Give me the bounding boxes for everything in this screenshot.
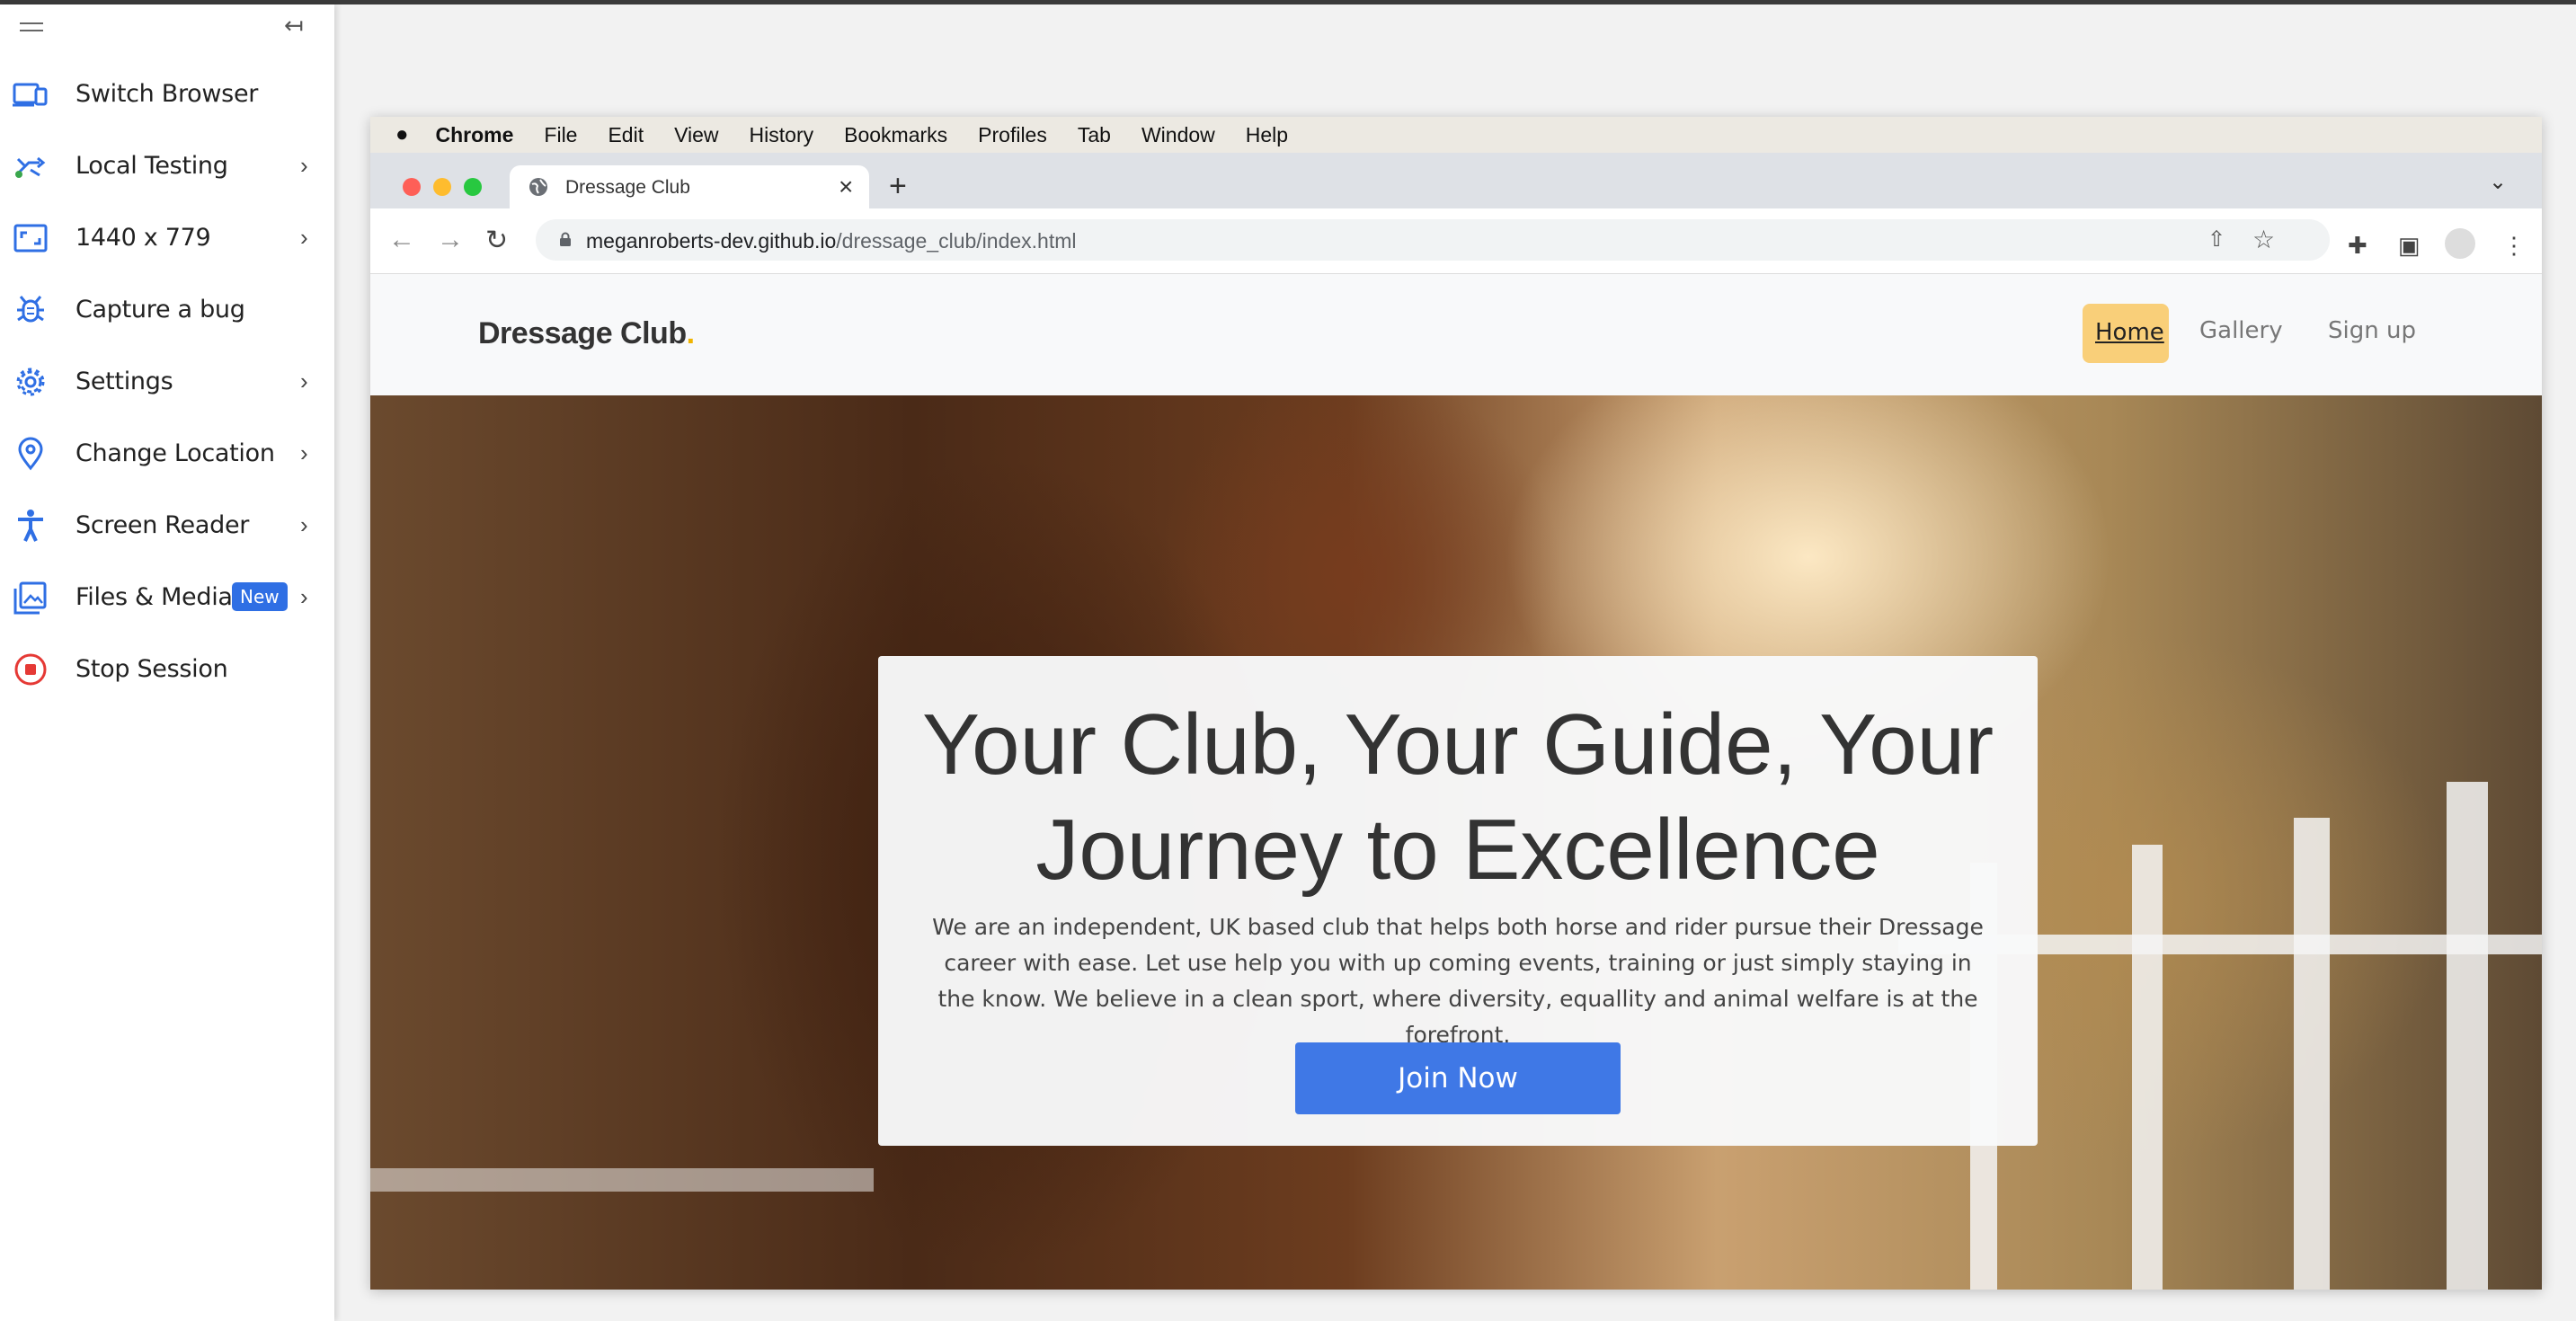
url-path: /dressage_club/index.html bbox=[836, 229, 1077, 253]
address-bar[interactable]: meganroberts-dev.github.io/dressage_club… bbox=[536, 219, 2330, 261]
location-pin-icon bbox=[18, 437, 43, 471]
hero-description: We are an independent, UK based club tha… bbox=[932, 914, 1984, 1048]
accessibility-icon bbox=[18, 510, 43, 542]
chevron-right-icon: › bbox=[300, 223, 308, 251]
brand-name: Dressage Club bbox=[478, 316, 687, 350]
url-text: meganroberts-dev.github.io/dressage_club… bbox=[586, 229, 1077, 253]
chevron-right-icon: › bbox=[300, 510, 308, 538]
bug-icon bbox=[17, 296, 44, 323]
chevron-right-icon: › bbox=[300, 582, 308, 610]
globe-icon bbox=[529, 178, 547, 196]
toolbar-item-local-testing[interactable]: Local Testing › bbox=[0, 137, 334, 194]
toolbar-item-label: 1440 x 779 bbox=[76, 223, 211, 252]
chevron-right-icon: › bbox=[300, 439, 308, 466]
close-window-button[interactable] bbox=[403, 178, 421, 196]
stop-icon bbox=[14, 653, 47, 686]
hero-card: Your Club, Your Guide, Your Journey to E… bbox=[878, 656, 2038, 1146]
collapse-panel-icon[interactable]: ↤ bbox=[284, 13, 304, 37]
remote-desktop-window: ● Chrome File Edit View History Bookmark… bbox=[370, 117, 2542, 1290]
back-icon[interactable]: ← bbox=[388, 225, 415, 255]
toolbar-item-change-location[interactable]: Change Location › bbox=[0, 424, 334, 482]
fence-post bbox=[2294, 818, 2330, 1290]
extensions-icon[interactable]: ✚ bbox=[2348, 232, 2367, 260]
toolbar-item-label: Files & Media bbox=[76, 582, 233, 611]
fence-post bbox=[2132, 845, 2163, 1290]
menu-window[interactable]: Window bbox=[1141, 123, 1215, 147]
fence-post bbox=[2447, 782, 2488, 1290]
reload-icon[interactable]: ↻ bbox=[485, 225, 508, 256]
toolbar-item-label: Stop Session bbox=[76, 654, 228, 683]
gear-icon bbox=[16, 368, 45, 396]
top-border bbox=[0, 0, 2576, 4]
chevron-right-icon: › bbox=[300, 151, 308, 179]
menu-tab[interactable]: Tab bbox=[1078, 123, 1111, 147]
toolbar-item-screen-reader[interactable]: Screen Reader › bbox=[0, 496, 334, 554]
menu-profiles[interactable]: Profiles bbox=[978, 123, 1047, 147]
site-navbar: Dressage Club. Home Gallery Sign up bbox=[370, 274, 2542, 395]
browser-tab[interactable]: Dressage Club × bbox=[510, 165, 869, 208]
toolbar-item-settings[interactable]: Settings › bbox=[0, 352, 334, 410]
close-tab-icon[interactable]: × bbox=[839, 173, 853, 201]
browser-tab-strip: Dressage Club × + ⌄ bbox=[370, 153, 2542, 208]
brand-dot: . bbox=[686, 316, 695, 350]
chevron-right-icon: › bbox=[300, 367, 308, 395]
toolbar-item-switch-browser[interactable]: Switch Browser bbox=[0, 65, 334, 122]
nav-gallery-link[interactable]: Gallery bbox=[2199, 317, 2283, 344]
bookmark-star-icon[interactable]: ☆ bbox=[2252, 225, 2275, 254]
hero-section: Your Club, Your Guide, Your Journey to E… bbox=[370, 395, 2542, 1290]
toolbar-item-resolution[interactable]: 1440 x 779 › bbox=[0, 208, 334, 266]
browser-toolbar: ← → ↻ meganroberts-dev.github.io/dressag… bbox=[370, 208, 2542, 274]
toolbar-item-label: Screen Reader bbox=[76, 510, 250, 539]
forward-icon[interactable]: → bbox=[437, 225, 464, 255]
nav-home-link[interactable]: Home bbox=[2083, 304, 2169, 363]
nav-home-label: Home bbox=[2095, 319, 2164, 346]
menu-help[interactable]: Help bbox=[1246, 123, 1288, 147]
url-host: meganroberts-dev.github.io bbox=[586, 229, 837, 253]
toolbar-item-label: Local Testing bbox=[76, 151, 228, 180]
drag-handle-icon[interactable] bbox=[20, 22, 43, 33]
minimize-window-button[interactable] bbox=[433, 178, 451, 196]
devices-icon bbox=[13, 83, 48, 107]
menu-file[interactable]: File bbox=[544, 123, 577, 147]
zoom-window-button[interactable] bbox=[464, 178, 482, 196]
tab-title: Dressage Club bbox=[565, 177, 690, 198]
menu-app-chrome[interactable]: Chrome bbox=[436, 123, 514, 147]
toolbar-item-files-media[interactable]: Files & Media New › bbox=[0, 568, 334, 625]
fence-rail bbox=[370, 1168, 874, 1192]
profile-avatar[interactable] bbox=[2445, 228, 2475, 259]
image-files-icon bbox=[13, 581, 47, 615]
nav-signup-link[interactable]: Sign up bbox=[2328, 317, 2416, 344]
apple-icon[interactable]: ● bbox=[395, 122, 409, 147]
new-tab-button[interactable]: + bbox=[889, 169, 907, 204]
menu-bookmarks[interactable]: Bookmarks bbox=[844, 123, 947, 147]
site-brand[interactable]: Dressage Club. bbox=[478, 316, 695, 351]
new-badge: New bbox=[232, 582, 288, 611]
toolbar-item-label: Settings bbox=[76, 367, 173, 395]
mac-menubar: ● Chrome File Edit View History Bookmark… bbox=[370, 117, 2542, 153]
tab-search-chevron-icon[interactable]: ⌄ bbox=[2489, 169, 2507, 195]
share-icon[interactable]: ⇧ bbox=[2207, 226, 2225, 253]
more-options-icon[interactable]: ⋮ bbox=[2502, 232, 2526, 260]
hero-title: Your Club, Your Guide, Your Journey to E… bbox=[921, 696, 1994, 898]
toolbar-item-stop-session[interactable]: Stop Session bbox=[0, 640, 334, 697]
toolbar-item-capture-bug[interactable]: Capture a bug bbox=[0, 280, 334, 338]
menu-view[interactable]: View bbox=[674, 123, 718, 147]
toolbar-header: ↤ bbox=[0, 4, 334, 51]
web-page: Dressage Club. Home Gallery Sign up Your… bbox=[370, 274, 2542, 1290]
session-toolbar: ↤ Switch Browser Local Testing › 1440 x … bbox=[0, 4, 334, 1321]
shuffle-icon bbox=[15, 156, 46, 178]
menu-history[interactable]: History bbox=[750, 123, 814, 147]
lock-icon[interactable] bbox=[559, 232, 572, 246]
join-now-button[interactable]: Join Now bbox=[1295, 1042, 1621, 1114]
resolution-icon bbox=[13, 224, 48, 253]
toolbar-item-label: Change Location bbox=[76, 439, 275, 467]
menu-edit[interactable]: Edit bbox=[608, 123, 644, 147]
toolbar-item-label: Capture a bug bbox=[76, 295, 245, 324]
toolbar-item-label: Switch Browser bbox=[76, 79, 259, 108]
side-panel-icon[interactable]: ▣ bbox=[2398, 232, 2421, 260]
